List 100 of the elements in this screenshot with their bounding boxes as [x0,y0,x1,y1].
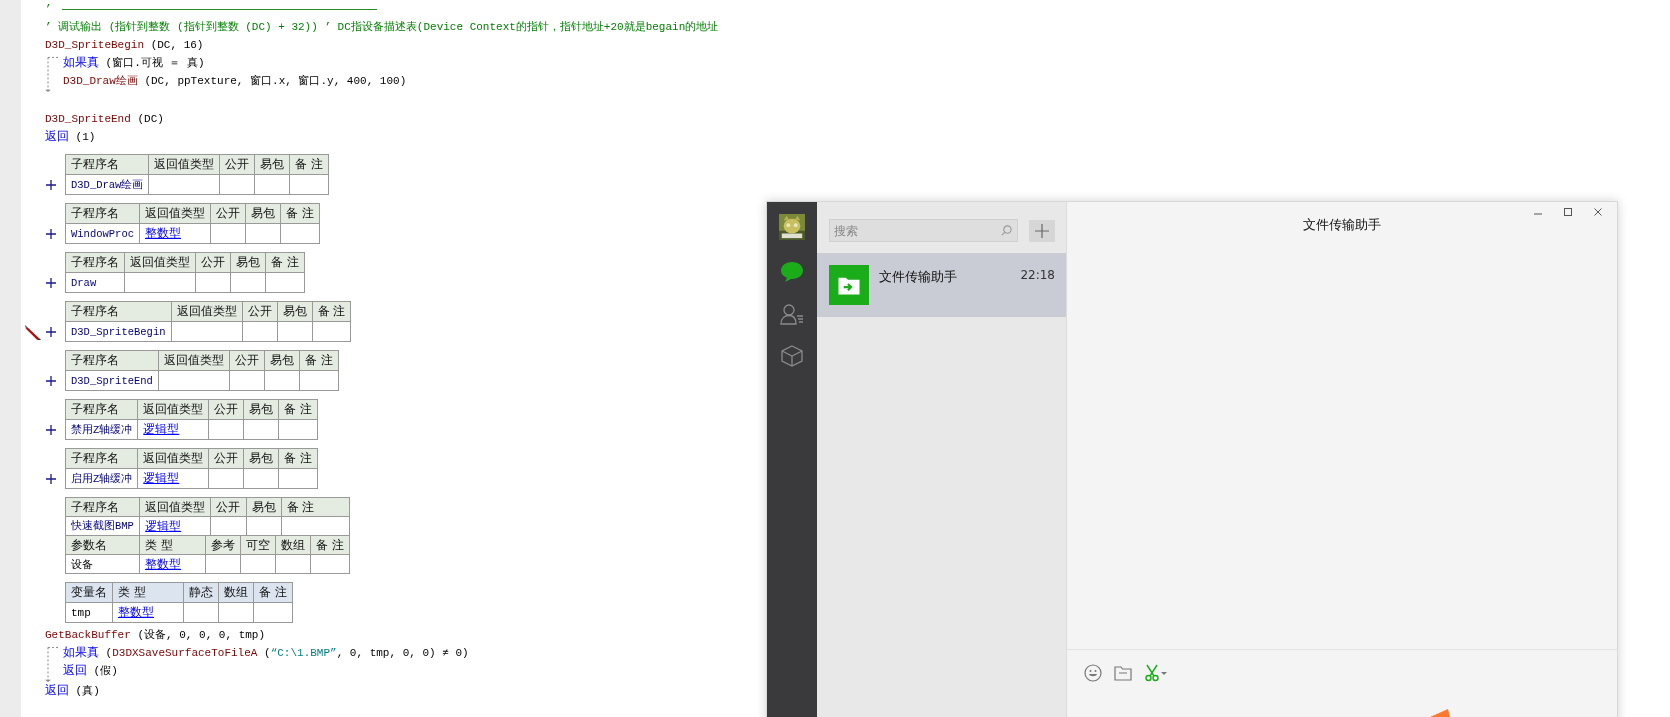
column-header: 子程序名 [65,203,140,224]
column-header: 子程序名 [65,399,138,420]
column-header: 备 注 [289,154,329,175]
column-header: 子程序名 [65,448,138,469]
code-text: (1) [74,130,96,145]
expand-toggle[interactable] [45,473,57,485]
column-header: 易包 [230,252,266,273]
keyword: 如果真 [63,645,99,662]
file-transfer-icon [829,265,869,305]
subroutine-name: Draw [65,272,125,293]
flow-arrow-drawing [45,54,59,92]
code-text: ( [104,646,113,661]
subroutine-name: WindowProc [65,223,140,244]
expand-toggle[interactable] [45,179,57,191]
column-header: 子程序名 [65,301,171,322]
function-call[interactable]: D3D_SpriteEnd [45,110,131,128]
column-header: 公开 [210,497,246,517]
table-cell: 设备 [65,554,140,574]
table-cell: tmp [65,602,113,623]
conversation-name: 文件传输助手 [879,268,958,286]
keyword: 如果真 [63,55,99,72]
column-header: 返回值类型 [158,350,230,371]
function-call[interactable]: D3D_Draw绘画 [63,72,138,90]
expand-toggle[interactable] [45,228,57,240]
chat-bubble-icon[interactable] [780,261,804,283]
type-link[interactable]: 整数型 [139,223,211,244]
column-header: 备 注 [312,301,351,322]
column-header: 子程序名 [65,350,159,371]
column-header: 易包 [243,448,279,469]
flow-arrow-drawing [45,644,59,682]
column-header: 易包 [246,497,282,517]
scissors-icon[interactable] [1144,664,1168,682]
plus-icon [1035,223,1049,238]
emoji-icon[interactable] [1084,664,1102,682]
message-time: 22:18 [1020,267,1055,282]
column-header: 变量名 [65,582,113,603]
column-header: 备 注 [265,252,305,273]
column-header: 易包 [264,350,300,371]
column-header: 返回值类型 [171,301,242,322]
column-header: 备 注 [280,203,320,224]
column-header: 公开 [195,252,231,273]
code-text: ( [263,646,271,661]
column-header: 备 注 [278,399,318,420]
expand-toggle[interactable] [45,326,57,338]
expand-toggle[interactable] [45,375,57,387]
column-header: 公开 [219,154,255,175]
chat-title: 文件传输助手 [1303,216,1381,234]
column-header: 可空 [240,535,276,555]
column-header: 参考 [205,535,241,555]
function-call[interactable]: GetBackBuffer [45,626,131,644]
column-header: 返回值类型 [124,252,196,273]
column-header: 易包 [245,203,281,224]
column-header: 备 注 [310,535,350,555]
string-literal: “C:\1.BMP” [270,646,337,661]
column-header: 类 型 [112,582,184,603]
column-header: 备 注 [278,448,318,469]
conversation-item[interactable]: 文件传输助手 22:18 [817,253,1066,317]
expand-toggle[interactable] [45,424,57,436]
code-text: (假) [92,664,118,679]
column-header: 返回值类型 [139,497,211,517]
type-link[interactable]: 整数型 [112,602,184,623]
column-header: 静态 [183,582,219,603]
subroutine-name: D3D_SpriteBegin [65,321,171,342]
code-text: (DC) [136,112,164,127]
column-header: 数组 [275,535,311,555]
add-button[interactable] [1029,219,1055,242]
column-header: 返回值类型 [139,203,211,224]
column-header: 备 注 [299,350,339,371]
code-text: (设备, 0, 0, 0, tmp) [136,628,266,643]
expand-toggle[interactable] [45,277,57,289]
column-header: 公开 [208,448,244,469]
close-icon[interactable] [1593,207,1603,217]
column-header: 公开 [242,301,277,322]
type-link[interactable]: 逻辑型 [137,419,209,440]
keyword: 返回 [45,129,69,146]
column-header: 易包 [254,154,290,175]
column-header: 易包 [243,399,279,420]
column-header: 参数名 [65,535,140,555]
subroutine-name: 启用Z轴缓冲 [65,468,138,489]
subroutine-name: 禁用Z轴缓冲 [65,419,138,440]
cube-icon[interactable] [781,345,803,367]
column-header: 返回值类型 [137,448,209,469]
function-call[interactable]: D3D_SpriteBegin [45,36,145,54]
type-link[interactable]: 整数型 [139,554,206,574]
subroutine-name: D3D_SpriteEnd [65,370,159,391]
search-icon [1001,225,1012,236]
maximize-icon[interactable] [1563,207,1573,217]
column-header: 数组 [218,582,254,603]
code-comment: ’ 调试输出 (指针到整数 (指针到整数 (DC) + 32)) ’ DC指设备描述表(Device Context的指针，指针地址+20就是begain的地址 [45,20,719,35]
column-header: 子程序名 [65,497,140,517]
column-header: 返回值类型 [137,399,209,420]
function-call[interactable]: D3DXSaveSurfaceToFileA [112,644,258,662]
column-header: 备 注 [253,582,293,603]
subroutine-name: D3D_Draw绘画 [65,174,149,195]
type-link[interactable]: 逻辑型 [137,468,209,489]
column-header: 易包 [277,301,312,322]
contacts-icon[interactable] [780,303,804,325]
code-text: (DC, ppTexture, 窗口.x, 窗口.y, 400, 100) [143,74,407,89]
search-field[interactable]: 搜索 [829,219,1018,242]
column-header: 子程序名 [65,154,149,175]
